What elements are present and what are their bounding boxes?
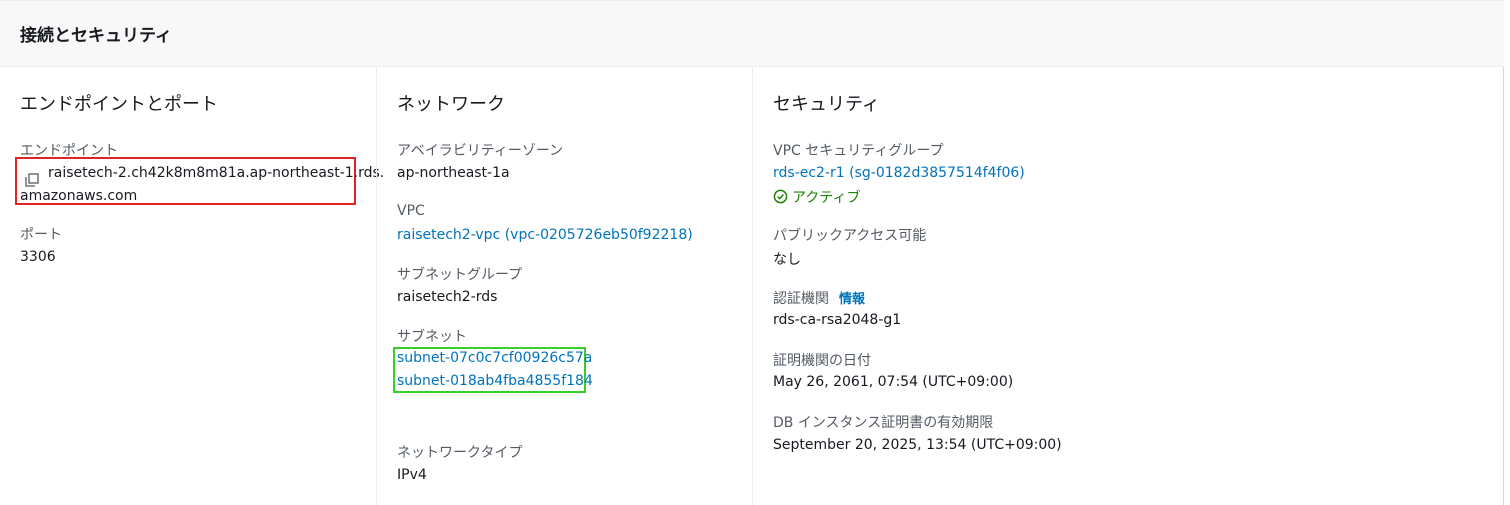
subnet-link-1[interactable]: subnet-07c0c7cf00926c57a [397,350,592,366]
endpoint-section-title: エンドポイントとポート [20,94,218,115]
network-type-label: ネットワークタイプ [397,445,523,461]
ca-label: 認証機関 [773,291,829,307]
check-circle-icon [773,189,788,204]
ca-value: rds-ca-rsa2048-g1 [773,312,902,328]
endpoint-value-line1: raisetech-2.ch42k8m8m81a.ap-northeast-1.… [48,165,385,181]
subnets-label: サブネット [397,329,467,345]
port-label: ポート [20,227,62,243]
public-access-label: パブリックアクセス可能 [773,228,927,244]
subnet-group-label: サブネットグループ [397,267,523,283]
panel-title: 接続とセキュリティ [20,26,172,46]
panel-header: 接続とセキュリティ [0,0,1504,67]
public-access-value: なし [773,252,801,268]
security-section-title: セキュリティ [773,94,880,115]
cert-expiry-label: DB インスタンス証明書の有効期限 [773,415,994,431]
ca-info-link[interactable]: 情報 [839,292,865,307]
subnet-link-2[interactable]: subnet-018ab4fba4855f184 [397,373,593,389]
endpoint-port-column: エンドポイントとポート エンドポイント raisetech-2.ch42k8m8… [15,67,384,505]
ca-label-row: 認証機関 情報 [773,288,865,308]
ca-date-label: 証明機関の日付 [773,353,871,369]
sg-label: VPC セキュリティグループ [773,143,944,159]
security-column: セキュリティ VPC セキュリティグループ rds-ec2-r1 (sg-018… [752,67,1252,505]
endpoint-value-line2: amazonaws.com [20,188,138,204]
connectivity-security-panel: 接続とセキュリティ エンドポイントとポート エンドポイント raisetech-… [0,0,1504,505]
network-type-value: IPv4 [397,467,427,483]
az-value: ap-northeast-1a [397,165,510,181]
sg-status: アクティブ [773,187,860,207]
sg-status-text: アクティブ [792,190,861,206]
copy-icon[interactable] [25,173,39,187]
sg-link[interactable]: rds-ec2-r1 (sg-0182d3857514f4f06) [773,165,1025,181]
subnet-group-value: raisetech2-rds [397,289,498,305]
port-value: 3306 [20,249,56,265]
vpc-label: VPC [397,203,425,219]
vpc-link[interactable]: raisetech2-vpc (vpc-0205726eb50f92218) [397,227,693,243]
network-column: ネットワーク アベイラビリティーゾーン ap-northeast-1a VPC … [376,67,736,505]
az-label: アベイラビリティーゾーン [397,143,564,159]
ca-date-value: May 26, 2061, 07:54 (UTC+09:00) [773,374,1014,390]
cert-expiry-value: September 20, 2025, 13:54 (UTC+09:00) [773,437,1062,453]
network-section-title: ネットワーク [397,94,505,115]
